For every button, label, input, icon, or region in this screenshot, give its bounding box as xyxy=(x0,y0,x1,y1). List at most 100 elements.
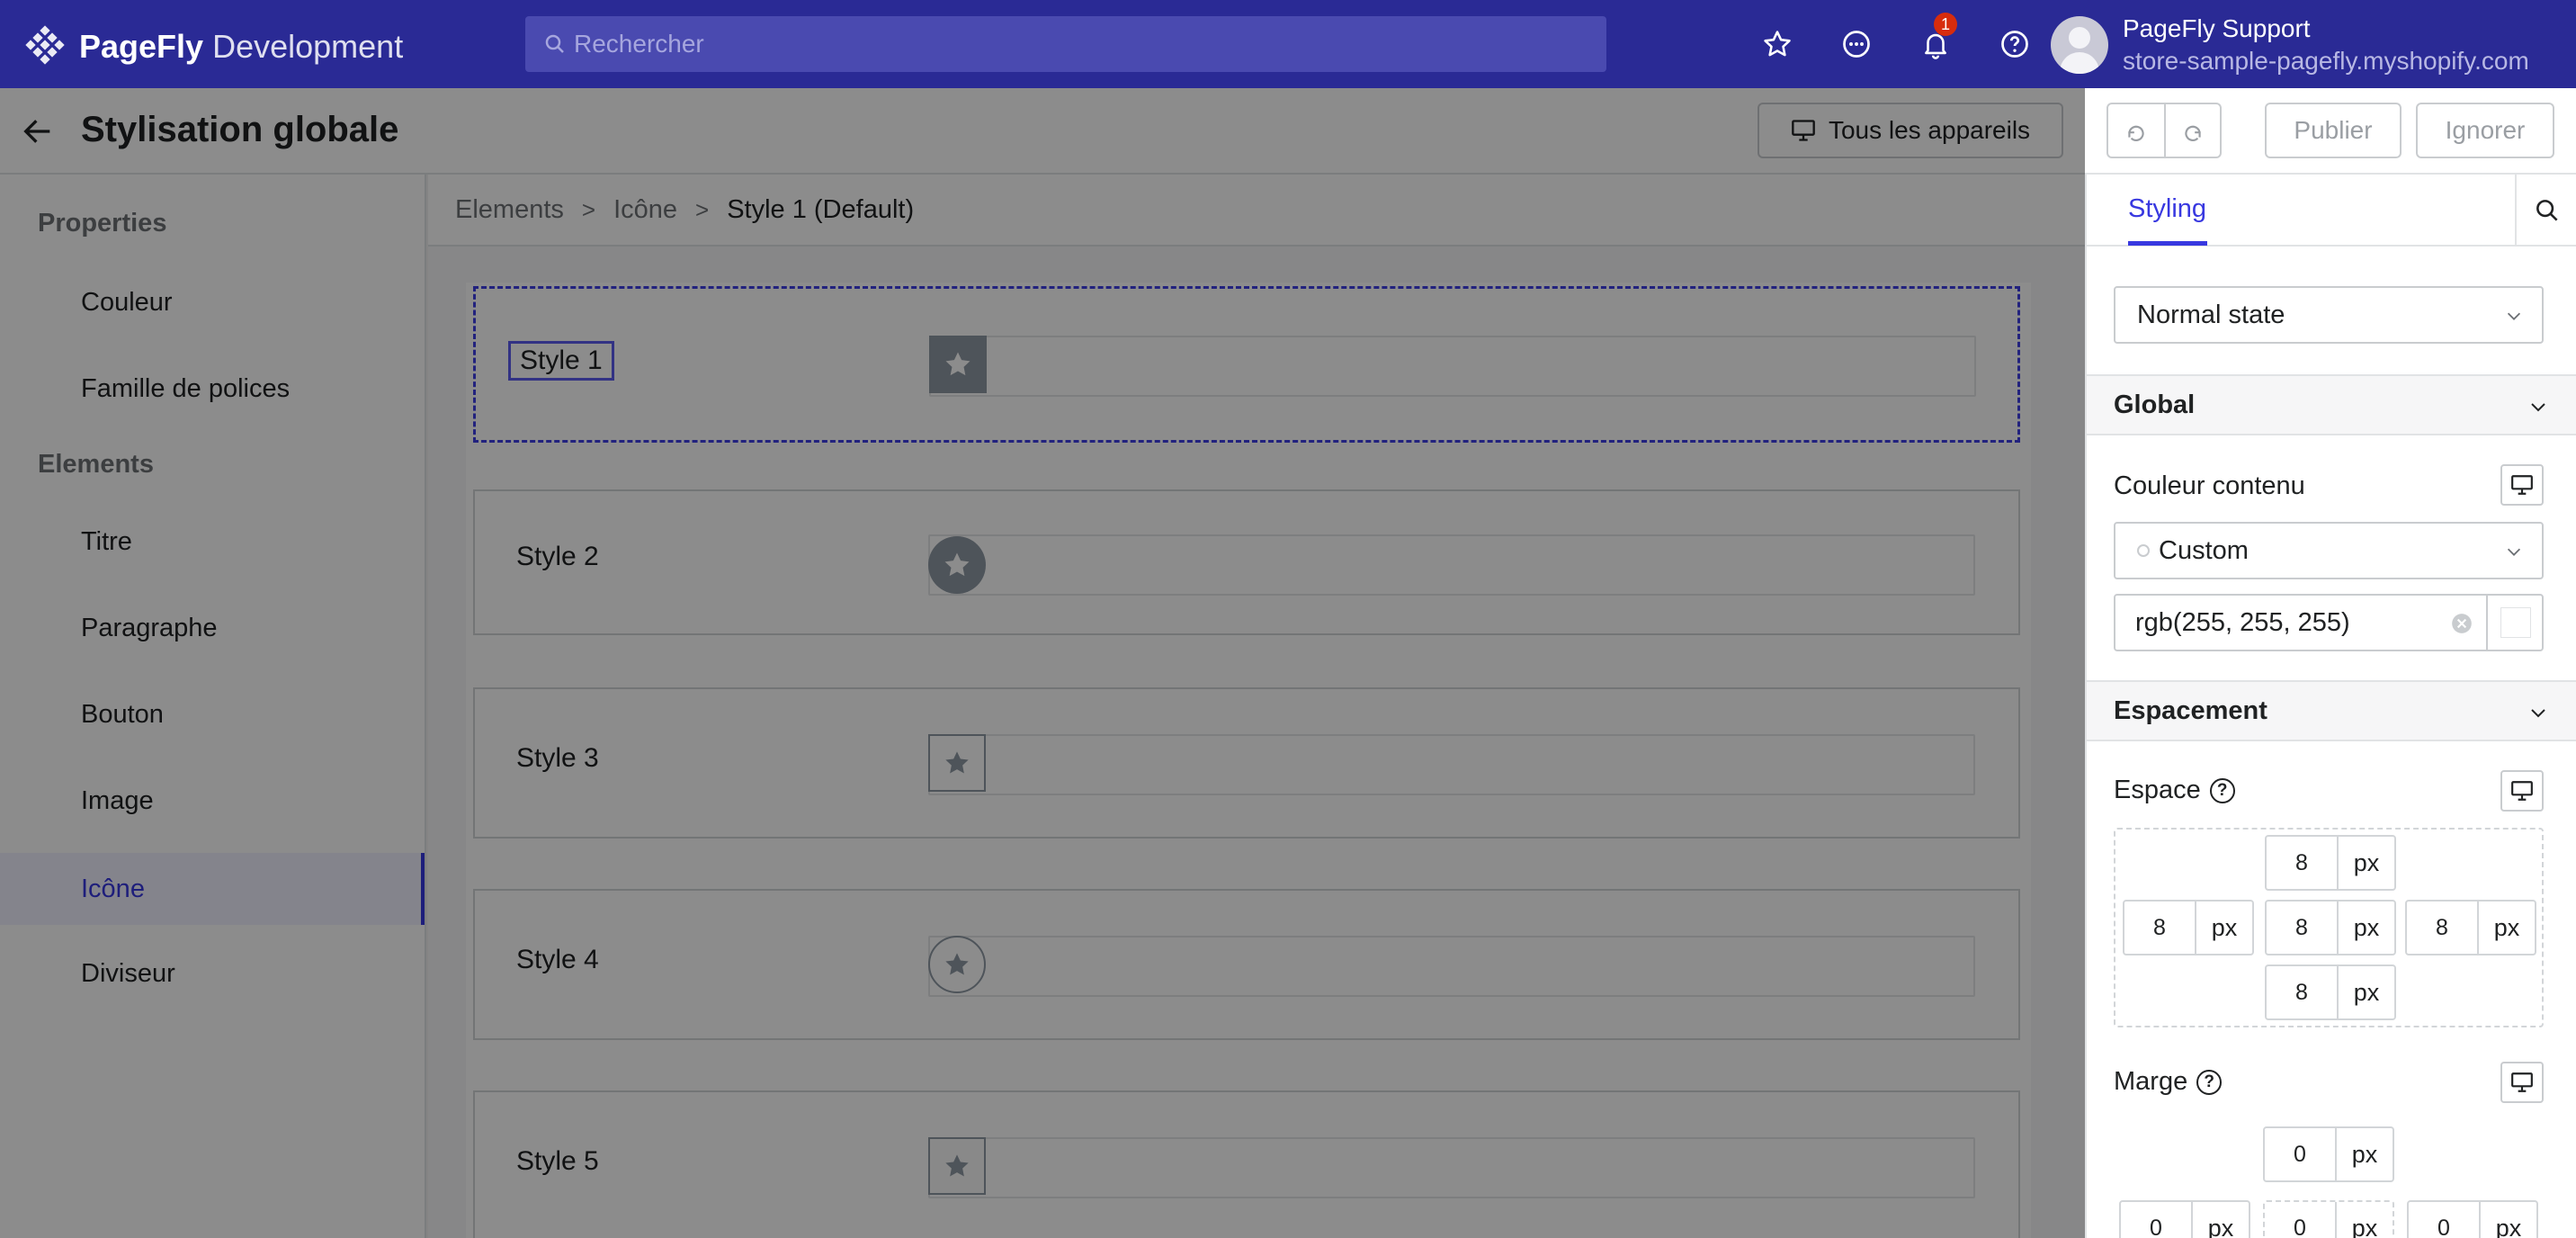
spacing-section-header[interactable]: Espacement xyxy=(2087,680,2576,741)
search-input[interactable]: Rechercher xyxy=(525,16,1606,72)
color-swatch[interactable] xyxy=(2486,596,2544,650)
margin-left-value: 0 xyxy=(2121,1202,2193,1238)
margin-label: Marge ? xyxy=(2114,1067,2223,1097)
help-icon[interactable]: ? xyxy=(2196,1069,2223,1095)
margin-right-value: 0 xyxy=(2409,1202,2481,1238)
state-select-value: Normal state xyxy=(2137,300,2285,329)
sidebar-item-image[interactable]: Image xyxy=(0,765,425,837)
notification-badge: 1 xyxy=(1934,13,1957,36)
sidebar-item-titre[interactable]: Titre xyxy=(0,506,425,578)
padding-left-unit: px xyxy=(2211,913,2238,941)
chevron-down-icon xyxy=(2531,403,2545,412)
style-3-card[interactable]: Style 3 xyxy=(473,687,2020,839)
breadcrumb-elements[interactable]: Elements xyxy=(455,195,564,225)
padding-right-unit: px xyxy=(2493,913,2520,941)
color-swatch-preview xyxy=(2500,607,2531,638)
help-icon[interactable] xyxy=(1997,23,2033,65)
user-menu[interactable]: PageFly Support store-sample-pagefly.mys… xyxy=(2051,13,2529,77)
margin-left-unit: px xyxy=(2207,1214,2234,1238)
desktop-icon xyxy=(2511,1072,2533,1092)
padding-bottom-field[interactable]: 8 px xyxy=(2265,964,2396,1020)
desktop-icon xyxy=(2511,475,2533,495)
padding-center-value: 8 xyxy=(2267,902,2339,954)
chat-icon[interactable] xyxy=(1838,23,1874,65)
all-devices-button[interactable]: Tous les appareils xyxy=(1758,103,2063,158)
style-4-label: Style 4 xyxy=(516,945,599,974)
margin-left-field[interactable]: 0 px xyxy=(2119,1200,2250,1238)
star-icon[interactable] xyxy=(1759,23,1795,65)
content-color-device-button[interactable] xyxy=(2500,464,2544,506)
redo-button[interactable] xyxy=(2164,104,2220,157)
panel-tabs: Styling xyxy=(2087,175,2576,247)
style-5-field xyxy=(928,1137,1975,1198)
pagefly-logo[interactable]: PageFly Development xyxy=(23,25,403,68)
padding-device-button[interactable] xyxy=(2500,770,2544,812)
user-store: store-sample-pagefly.myshopify.com xyxy=(2123,47,2529,75)
chevron-down-icon xyxy=(2507,548,2521,556)
padding-bottom-unit: px xyxy=(2353,978,2380,1006)
breadcrumb-icone[interactable]: Icône xyxy=(613,195,677,225)
desktop-icon xyxy=(1792,120,1815,141)
margin-top-unit: px xyxy=(2351,1140,2378,1168)
color-value-input[interactable]: rgb(255, 255, 255) xyxy=(2114,594,2544,651)
style-1-card[interactable]: Style 1 xyxy=(473,286,2020,443)
margin-center-field[interactable]: 0 px xyxy=(2263,1200,2394,1238)
padding-top-field[interactable]: 8 px xyxy=(2265,835,2396,891)
clear-icon[interactable] xyxy=(2450,612,2473,635)
undo-button[interactable] xyxy=(2108,104,2164,157)
style-2-label: Style 2 xyxy=(516,542,599,571)
left-sidebar: Properties Couleur Famille de polices El… xyxy=(0,175,426,1238)
star-icon xyxy=(928,936,986,993)
style-4-card[interactable]: Style 4 xyxy=(473,889,2020,1040)
padding-right-field[interactable]: 8 px xyxy=(2405,900,2536,955)
sidebar-item-icone[interactable]: Icône xyxy=(0,853,425,925)
margin-center-unit: px xyxy=(2351,1214,2378,1238)
breadcrumb: Elements > Icône > Style 1 (Default) xyxy=(428,175,2085,247)
redo-icon xyxy=(2185,125,2201,142)
margin-device-button[interactable] xyxy=(2500,1062,2544,1103)
style-5-card[interactable]: Style 5 xyxy=(473,1090,2020,1238)
undo-redo-group xyxy=(2106,103,2222,158)
search-icon xyxy=(545,34,564,53)
search-icon xyxy=(2536,200,2558,221)
style-2-card[interactable]: Style 2 xyxy=(473,489,2020,635)
color-value-text: rgb(255, 255, 255) xyxy=(2135,608,2350,637)
sidebar-item-diviseur[interactable]: Diviseur xyxy=(0,937,425,1009)
panel-search-button[interactable] xyxy=(2515,175,2576,247)
star-icon xyxy=(928,734,986,792)
chevron-down-icon xyxy=(2531,709,2545,718)
breadcrumb-current: Style 1 (Default) xyxy=(727,194,915,224)
sidebar-item-paragraphe[interactable]: Paragraphe xyxy=(0,592,425,664)
pagefly-logo-icon xyxy=(25,25,65,65)
sidebar-item-bouton[interactable]: Bouton xyxy=(0,678,425,750)
publish-button[interactable]: Publier xyxy=(2265,103,2402,158)
margin-center-value: 0 xyxy=(2265,1202,2337,1238)
padding-center-field[interactable]: 8 px xyxy=(2265,900,2396,955)
margin-right-unit: px xyxy=(2495,1214,2522,1238)
star-icon xyxy=(928,536,986,594)
ignore-button[interactable]: Ignorer xyxy=(2416,103,2554,158)
global-section-title: Global xyxy=(2114,390,2196,419)
page-title: Stylisation globale xyxy=(81,110,399,149)
margin-right-field[interactable]: 0 px xyxy=(2407,1200,2538,1238)
search-placeholder: Rechercher xyxy=(574,30,704,58)
avatar xyxy=(2051,16,2108,74)
style-2-field xyxy=(928,534,1975,596)
sidebar-item-couleur[interactable]: Couleur xyxy=(0,266,425,338)
state-select[interactable]: Normal state xyxy=(2114,286,2544,344)
tab-styling[interactable]: Styling xyxy=(2128,194,2206,224)
help-icon[interactable]: ? xyxy=(2209,777,2235,803)
style-1-label: Style 1 xyxy=(508,341,614,381)
brand-name: PageFly Development xyxy=(79,28,404,65)
sidebar-item-famille-de-polices[interactable]: Famille de polices xyxy=(0,353,425,425)
padding-center-unit: px xyxy=(2353,913,2380,941)
undo-icon xyxy=(2128,125,2144,142)
notification-bell-icon[interactable]: 1 xyxy=(1918,13,1957,65)
all-devices-label: Tous les appareils xyxy=(1828,116,2031,144)
global-section-header[interactable]: Global xyxy=(2087,374,2576,435)
back-arrow-icon[interactable] xyxy=(20,113,56,149)
color-mode-select[interactable]: Custom xyxy=(2114,522,2544,579)
padding-left-field[interactable]: 8 px xyxy=(2123,900,2254,955)
top-navigation-bar: PageFly Development Rechercher 1 PageFly… xyxy=(0,0,2576,88)
margin-top-field[interactable]: 0 px xyxy=(2263,1126,2394,1182)
